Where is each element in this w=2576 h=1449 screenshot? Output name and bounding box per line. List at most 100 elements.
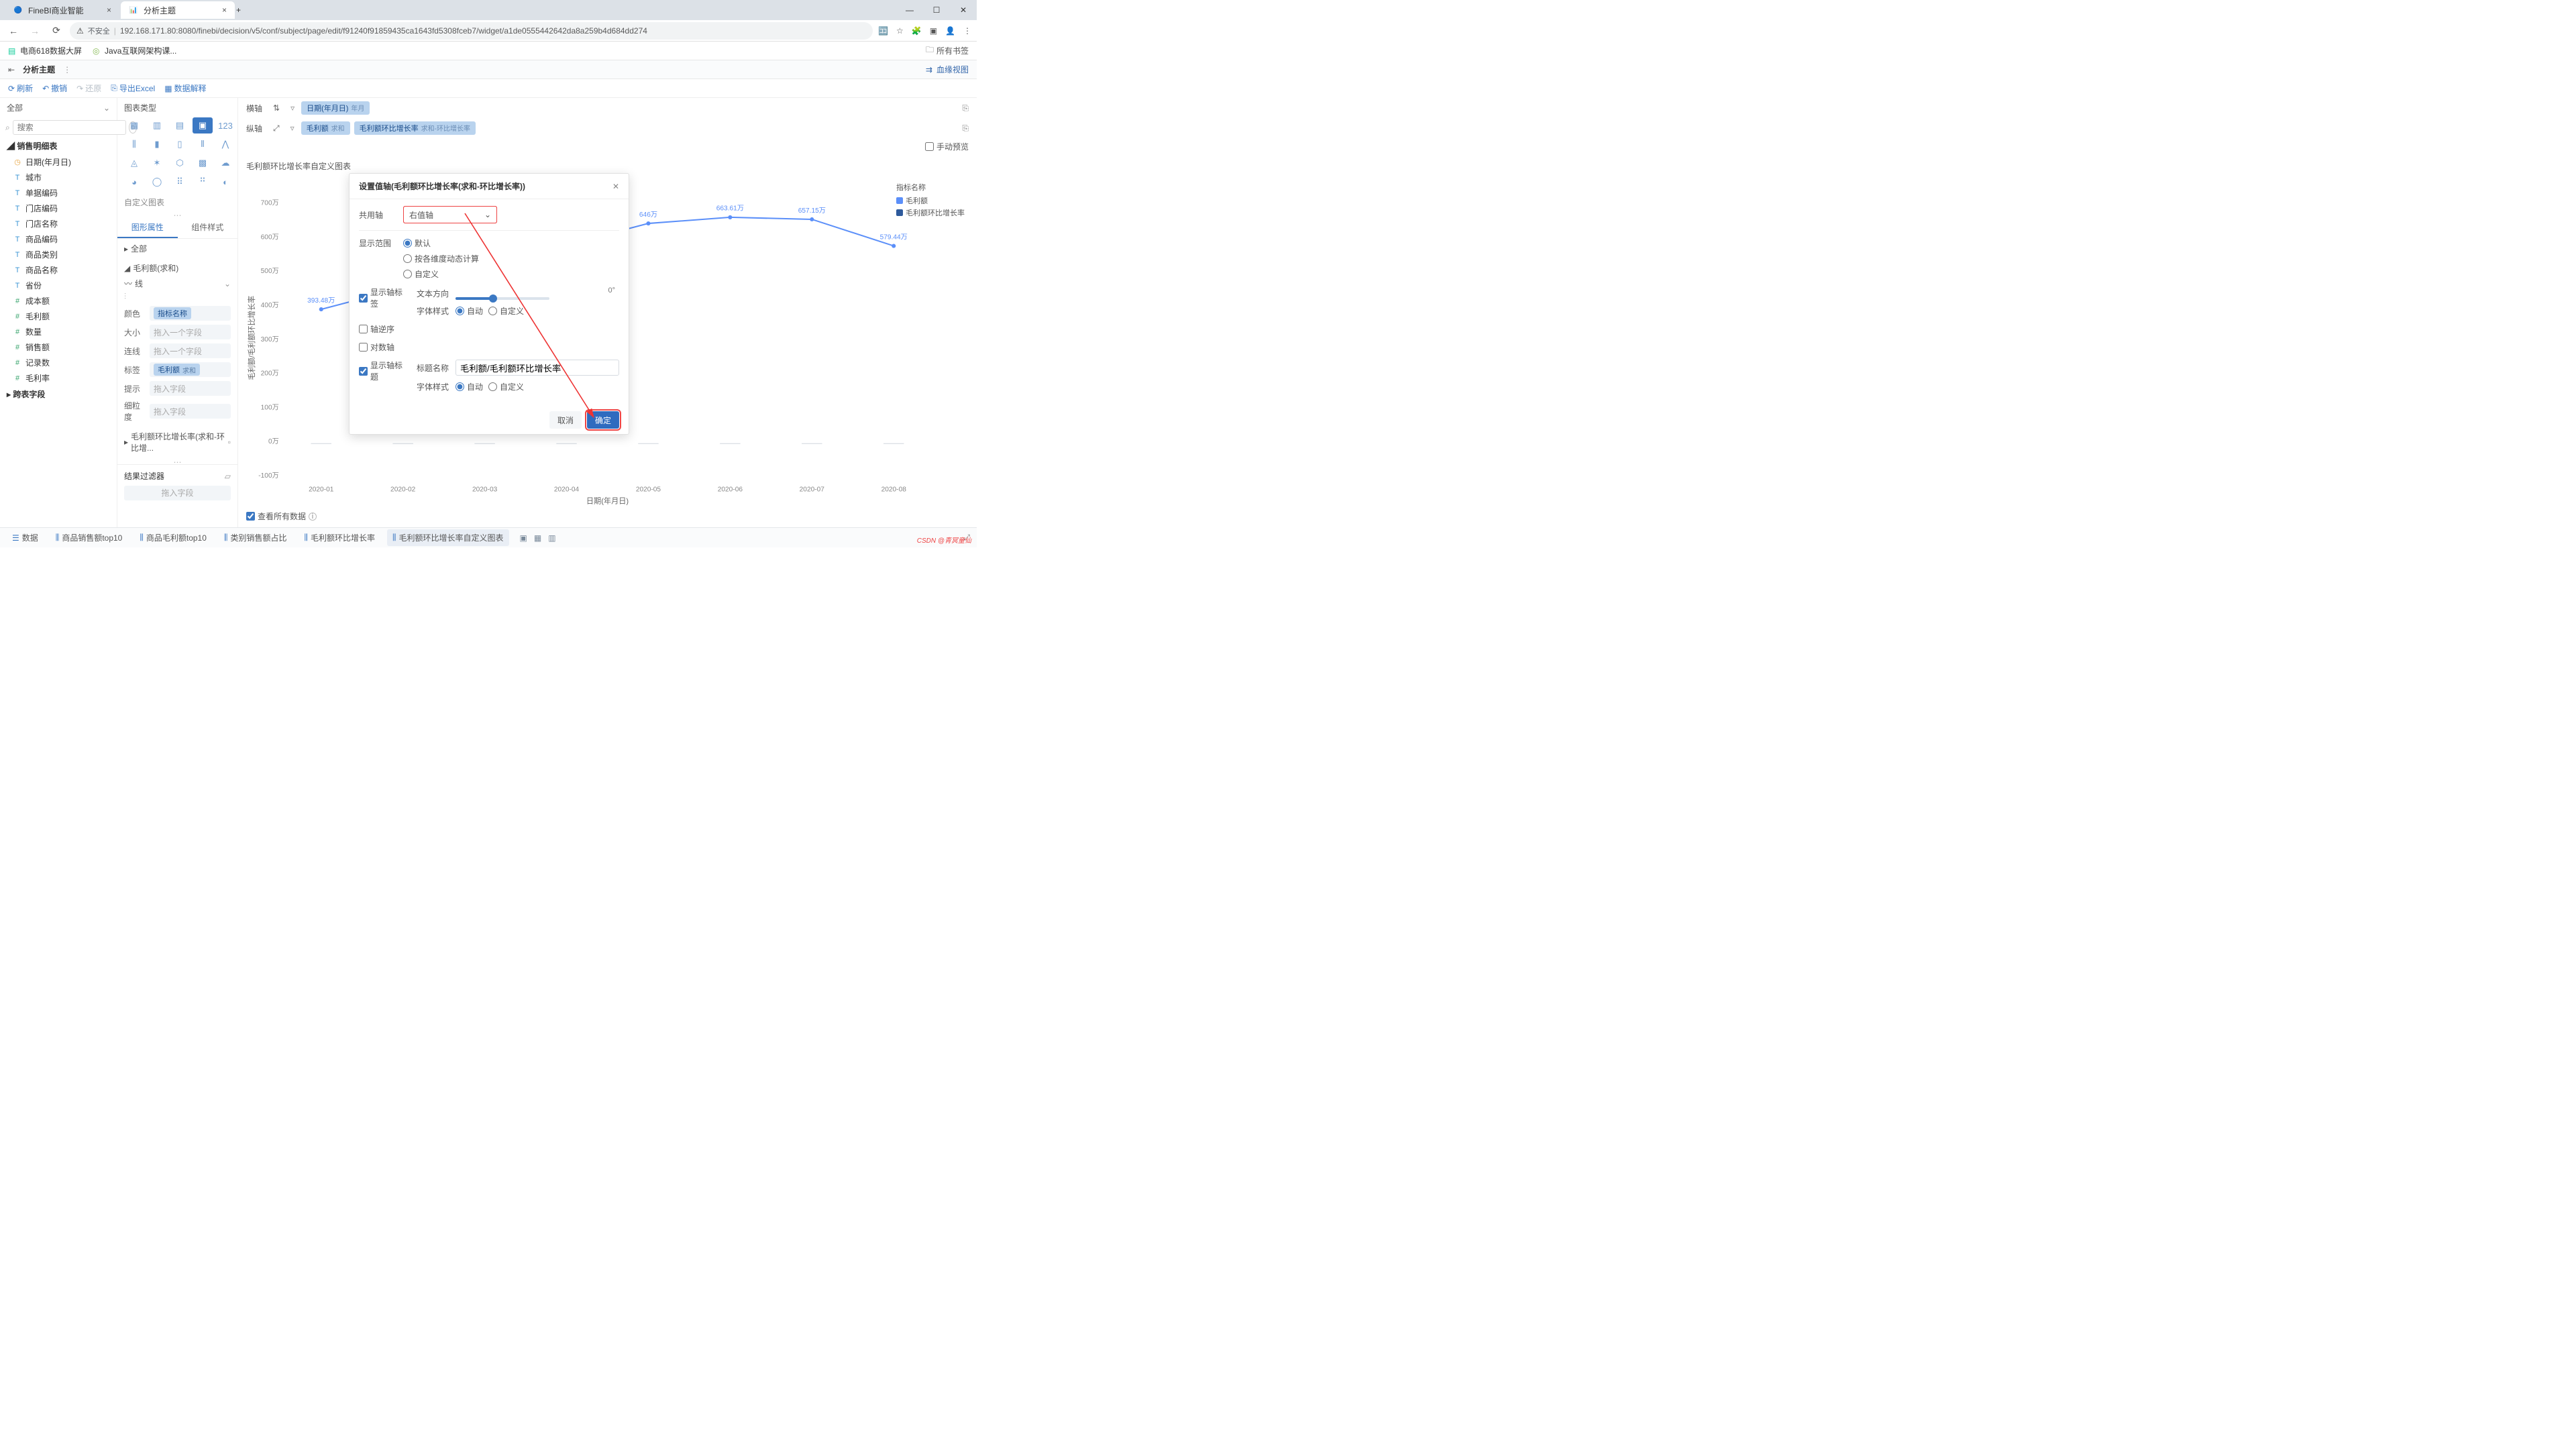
drag-handle-icon[interactable]: ⋯ [117,211,237,217]
side-panel-icon[interactable]: ▣ [930,26,937,36]
tool-component-icon[interactable]: ▣ [520,533,527,543]
export-excel-button[interactable]: ⎘导出Excel [111,83,155,94]
chart-type-column-icon[interactable]: ▯ [170,136,190,152]
bookmark-item[interactable]: ▤ 电商618数据大屏 [8,45,82,56]
line-slot[interactable]: 拖入一个字段 [150,343,231,358]
chart-type-donut-icon[interactable]: ◯ [147,174,167,190]
field-product-name[interactable]: T商品名称 [0,262,117,278]
font-custom-radio[interactable]: 自定义 [488,305,524,317]
log-checkbox[interactable]: 对数轴 [359,341,394,353]
legend-item[interactable]: 毛利额环比增长率 [906,207,965,218]
chart-type-line-icon[interactable]: ⋀ [215,136,235,152]
undo-button[interactable]: ↶撤销 [42,83,67,94]
field-sales[interactable]: #销售额 [0,339,117,355]
tool-layout-icon[interactable]: ▥ [548,533,555,543]
show-title-checkbox[interactable]: 显示轴标题 [359,360,410,382]
section-profit-growth[interactable]: ▸ 毛利额环比增长率(求和-环比增... ▫ [124,431,231,453]
field-store-code[interactable]: T门店编码 [0,201,117,216]
field-qty[interactable]: #数量 [0,324,117,339]
chart-type-number-icon[interactable]: 123 [215,117,235,133]
bookmark-star-icon[interactable]: ☆ [896,26,904,36]
menu-icon[interactable]: ⋮ [963,26,971,36]
field-product-code[interactable]: T商品编码 [0,231,117,247]
field-cost[interactable]: #成本额 [0,293,117,309]
x-action-icon[interactable]: ⎘ [962,103,969,113]
btab-4[interactable]: ⫼毛利额环比增长率 [299,529,380,546]
legend-item[interactable]: 毛利额 [906,195,928,206]
chart-type-multi-icon[interactable]: ⦀ [193,136,213,152]
font-auto-radio[interactable]: 自动 [455,305,483,317]
tip-slot[interactable]: 拖入字段 [150,381,231,396]
field-store-name[interactable]: T门店名称 [0,216,117,231]
field-profit[interactable]: #毛利额 [0,309,117,324]
chart-type-table-icon[interactable]: ▦ [124,117,144,133]
lineage-label[interactable]: 血缘视图 [936,64,969,75]
chart-type-group-icon[interactable]: ▤ [170,117,190,133]
drag-handle-icon[interactable]: ⫶ [124,292,126,302]
bookmark-item[interactable]: ◎ Java互联网架构课... [93,45,176,56]
grain-slot[interactable]: 拖入字段 [150,404,231,419]
field-province[interactable]: T省份 [0,278,117,293]
y-filter-icon[interactable]: ▿ [290,123,294,133]
btab-1[interactable]: ⫼商品销售额top10 [50,529,128,546]
chart-type-pie-icon[interactable]: ◕ [124,174,144,190]
font2-custom-radio[interactable]: 自定义 [488,381,524,392]
field-count[interactable]: #记录数 [0,355,117,370]
field-product-category[interactable]: T商品类别 [0,247,117,262]
chart-type-stacked-icon[interactable]: ▮ [147,136,167,152]
size-slot[interactable]: 拖入一个字段 [150,325,231,339]
section-all[interactable]: ▸ 全部 [124,243,231,254]
share-axis-select[interactable]: 右值轴 ⌄ [403,206,497,223]
x-axis-icon[interactable]: ⇅ [273,103,280,113]
data-explain-button[interactable]: ▦数据解释 [164,83,206,94]
btab-data[interactable]: ☰数据 [7,529,44,546]
title-name-input[interactable] [455,360,619,376]
tool-dashboard-icon[interactable]: ▦ [534,533,541,543]
y-pill-profit[interactable]: 毛利额求和 [301,121,350,135]
filter-drop[interactable]: 拖入字段 [124,486,231,500]
close-icon[interactable]: × [107,5,111,15]
refresh-button[interactable]: ⟳刷新 [8,83,33,94]
range-custom-radio[interactable]: 自定义 [403,268,479,280]
reload-button[interactable]: ⟳ [48,25,64,36]
translate-icon[interactable]: 🈁 [878,26,888,36]
search-input[interactable] [13,120,126,135]
btab-3[interactable]: ⫼类别销售额占比 [219,529,292,546]
cancel-button[interactable]: 取消 [549,411,582,429]
maximize-icon[interactable]: ☐ [923,0,950,20]
profile-icon[interactable]: 👤 [945,26,955,36]
tab-finebi[interactable]: 🔵 FineBI商业智能 × [5,1,119,19]
drag-handle-icon[interactable]: ⋯ [117,458,237,464]
manual-preview-checkbox[interactable] [925,142,934,151]
forward-button[interactable]: → [27,25,43,36]
label-pill[interactable]: 毛利额求和 [154,364,200,376]
chart-type-radar-icon[interactable]: ✶ [147,155,167,171]
chart-type-area-icon[interactable]: ◬ [124,155,144,171]
field-bill-code[interactable]: T单据编码 [0,185,117,201]
chart-type-word-icon[interactable]: ☁ [215,155,235,171]
close-window-icon[interactable]: ✕ [950,0,977,20]
x-pill[interactable]: 日期(年月日)年月 [301,101,370,115]
chart-type-hex-icon[interactable]: ⬡ [170,155,190,171]
color-pill[interactable]: 指标名称 [154,307,191,319]
new-tab-button[interactable]: + [236,5,241,15]
back-to-list-icon[interactable]: ⇤ [8,65,15,74]
field-group-all[interactable]: 全部 ⌄ [0,98,117,117]
close-icon[interactable]: ✕ [612,182,619,191]
chart-type-heat-icon[interactable]: ▩ [193,155,213,171]
reverse-checkbox[interactable]: 轴逆序 [359,323,394,335]
chart-type-bubble-icon[interactable]: ⠛ [193,174,213,190]
close-icon[interactable]: × [222,5,227,15]
x-filter-icon[interactable]: ▿ [290,103,294,113]
section-profit[interactable]: ◢ 毛利额(求和) [124,262,231,274]
tab-analysis[interactable]: 📊 分析主题 × [121,1,235,19]
btab-5[interactable]: ⫼毛利额环比增长率自定义图表 [387,529,509,546]
ok-button[interactable]: 确定 [587,411,619,429]
y-pill-growth[interactable]: 毛利额环比增长率求和-环比增长率 [354,121,476,135]
lineage-icon[interactable]: ⇉ [926,65,932,74]
more-icon[interactable]: ⋮ [63,65,71,74]
field-table-header[interactable]: ◢ 销售明细表 [0,138,117,154]
all-bookmarks[interactable]: 🗀 所有书签 [926,44,969,58]
address-bar[interactable]: ⚠ 不安全 | 192.168.171.80:8080/finebi/decis… [70,22,873,40]
minimize-icon[interactable]: — [896,0,923,20]
